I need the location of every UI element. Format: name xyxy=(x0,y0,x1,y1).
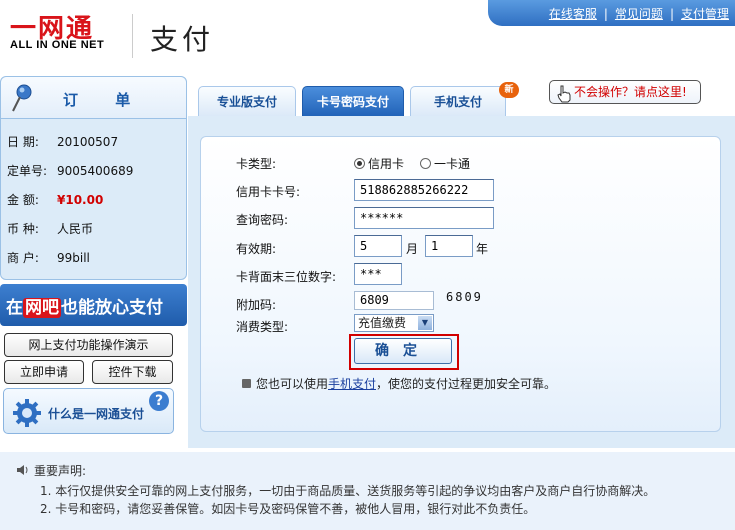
consume-type-select[interactable]: 充值缴费 ▼ xyxy=(354,314,434,332)
page-title: 支付 xyxy=(150,23,215,56)
card-type-label: 卡类型: xyxy=(236,157,277,171)
speaker-icon xyxy=(17,465,28,475)
help-button[interactable]: 不会操作？请点这里! xyxy=(549,80,701,104)
radio-selected-icon xyxy=(354,158,365,169)
captcha-image: 6809 xyxy=(446,290,483,304)
credit-card-radio[interactable]: 信用卡 xyxy=(354,155,404,172)
order-date-label: 日 期: xyxy=(7,135,39,149)
order-title: 订 单 xyxy=(63,91,147,109)
order-merchant-label: 商 户: xyxy=(7,251,39,265)
demo-button[interactable]: 网上支付功能操作演示 xyxy=(4,333,173,357)
faq-link[interactable]: 常见问题 xyxy=(615,7,663,21)
order-currency-value: 人民币 xyxy=(57,222,94,236)
netcafe-banner[interactable]: 在网吧 也能放心支付 xyxy=(0,284,187,326)
order-amount-row: 金 额: ¥10.00 xyxy=(7,191,103,208)
question-icon: ? xyxy=(149,391,169,411)
order-currency-row: 币 种: 人民币 xyxy=(7,220,93,237)
cvv-label: 卡背面末三位数字: xyxy=(236,270,337,284)
brand-logo: 一网通 ALL IN ONE NET xyxy=(6,8,118,56)
notice-item-1: 1. 本行仅提供安全可靠的网上支付服务，一切由于商品质量、送货服务等引起的争议均… xyxy=(40,484,656,498)
tab-card-password-payment[interactable]: 卡号密码支付 xyxy=(302,86,404,116)
expiry-label: 有效期: xyxy=(236,242,277,256)
logo-sub-text: ALL IN ONE NET xyxy=(10,39,105,51)
payment-page: 一网通 ALL IN ONE NET 支付 在线客服 | 常见问题 | 支付管理 订 单… xyxy=(0,0,735,530)
cvv-input[interactable]: *** xyxy=(354,263,402,285)
password-input[interactable]: ****** xyxy=(354,207,494,229)
expiry-month-input[interactable]: 5 xyxy=(354,235,402,257)
order-date-value: 20100507 xyxy=(57,135,119,149)
pointer-hand-icon xyxy=(557,85,571,103)
confirm-button[interactable]: 确定 xyxy=(354,338,452,364)
year-unit: 年 xyxy=(476,242,489,256)
new-badge: 新 xyxy=(499,82,519,98)
debit-card-radio[interactable]: 一卡通 xyxy=(420,155,470,172)
radio-unselected-icon xyxy=(420,158,431,169)
gear-icon xyxy=(13,399,41,427)
header-divider xyxy=(132,14,133,58)
chevron-down-icon: ▼ xyxy=(418,316,432,330)
mobile-pay-tip: 您也可以使用手机支付，使您的支付过程更加安全可靠。 xyxy=(242,375,556,392)
header: 一网通 ALL IN ONE NET 支付 在线客服 | 常见问题 | 支付管理 xyxy=(0,0,735,72)
notice-title: 重要声明: xyxy=(16,462,86,479)
pushpin-icon xyxy=(12,84,32,112)
extra-code-input[interactable]: 6809 xyxy=(354,291,434,310)
what-is-netpay-label: 什么是一网通支付 xyxy=(48,407,145,421)
expiry-year-input[interactable]: 1 xyxy=(425,235,473,257)
control-download-button[interactable]: 控件下载 xyxy=(92,360,173,384)
order-merchant-value: 99bill xyxy=(57,251,90,265)
netcafe-highlight: 网吧 xyxy=(23,298,61,318)
extra-code-label: 附加码: xyxy=(236,298,277,312)
credit-card-radio-label: 信用卡 xyxy=(368,157,405,171)
order-number-value: 9005400689 xyxy=(57,164,134,178)
order-merchant-row: 商 户: 99bill xyxy=(7,249,90,266)
consume-type-label: 消费类型: xyxy=(236,320,289,334)
payment-manage-link[interactable]: 支付管理 xyxy=(681,7,729,21)
order-date-row: 日 期: 20100507 xyxy=(7,133,118,150)
what-is-netpay-link[interactable]: 什么是一网通支付 ? xyxy=(3,388,174,434)
debit-card-radio-label: 一卡通 xyxy=(434,157,471,171)
order-amount-value: ¥10.00 xyxy=(57,193,104,207)
consume-type-value: 充值缴费 xyxy=(358,316,407,330)
password-label: 查询密码: xyxy=(236,213,289,227)
bullet-icon xyxy=(242,379,251,388)
order-currency-label: 币 种: xyxy=(7,222,39,236)
order-amount-label: 金 额: xyxy=(7,193,39,207)
card-number-label: 信用卡卡号: xyxy=(236,185,301,199)
tab-mobile-payment[interactable]: 手机支付 xyxy=(410,86,506,116)
online-service-link[interactable]: 在线客服 xyxy=(549,7,597,21)
tab-pro-payment[interactable]: 专业版支付 xyxy=(198,86,296,116)
order-number-row: 定单号: 9005400689 xyxy=(7,162,133,179)
order-number-label: 定单号: xyxy=(7,164,48,178)
mobile-pay-link[interactable]: 手机支付 xyxy=(328,377,376,391)
card-number-input[interactable]: 518862885266222 xyxy=(354,179,494,201)
top-link-bar: 在线客服 | 常见问题 | 支付管理 xyxy=(488,0,735,26)
help-label: 不会操作？请点这里! xyxy=(574,85,687,99)
notice-item-2: 2. 卡号和密码，请您妥善保管。如因卡号及密码保管不善，被他人冒用，银行对此不负… xyxy=(40,502,536,516)
month-unit: 月 xyxy=(406,242,419,256)
order-panel: 订 单 日 期: 20100507 定单号: 9005400689 金 额: ¥10.… xyxy=(0,76,187,280)
apply-now-button[interactable]: 立即申请 xyxy=(4,360,84,384)
order-panel-header: 订 单 xyxy=(1,77,186,119)
